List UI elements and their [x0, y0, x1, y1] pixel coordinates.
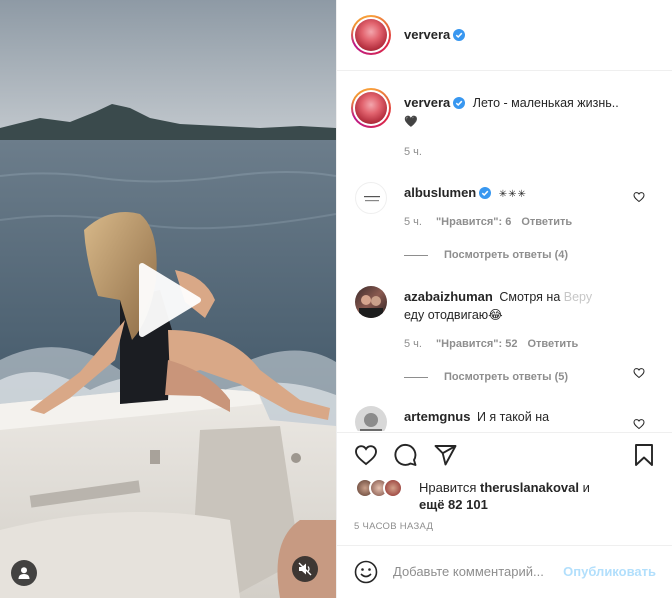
comment-time: 5 ч. [404, 216, 422, 228]
reply-button[interactable]: Ответить [521, 216, 572, 228]
mute-button[interactable] [292, 556, 318, 582]
comment-likes[interactable]: "Нравится": 6 [436, 216, 511, 228]
author-avatar[interactable] [351, 15, 391, 55]
comments-list[interactable]: ververa Лето - маленькая жизнь.. 🖤 5 ч. … [337, 72, 672, 431]
verified-badge-icon [453, 97, 466, 109]
action-bar [337, 432, 672, 472]
heart-icon[interactable] [633, 191, 645, 203]
comment-item: albuslumen ✳✳✳ 5 ч. "Нравится": 6 Ответить… [337, 172, 672, 282]
heart-icon[interactable] [633, 367, 645, 379]
paper-plane-icon[interactable] [433, 443, 458, 467]
artemgnus-avatar [360, 413, 382, 431]
play-icon[interactable] [128, 260, 208, 340]
post-panel: ververa ververa Лето - маленькая жизнь..… [336, 0, 672, 598]
muted-speaker-icon [298, 562, 312, 576]
comment-avatar[interactable] [355, 406, 387, 431]
likes-user[interactable]: theruslanakoval [480, 480, 579, 495]
view-replies-button[interactable]: Посмотреть ответы (5) [404, 371, 568, 383]
add-comment-bar: Опубликовать [337, 545, 672, 598]
likes-and: и [582, 480, 590, 495]
caption-emoji: 🖤 [404, 116, 418, 128]
albuslumen-logo [364, 196, 380, 202]
comment-text-line2: еду отодвигаю😂 [404, 308, 503, 322]
comment-avatar[interactable] [355, 182, 387, 214]
comment-item: azabaizhuman Смотря на Веру еду отодвига… [337, 282, 672, 404]
heart-icon[interactable] [353, 443, 379, 467]
reply-button[interactable]: Ответить [527, 338, 578, 350]
comment-username[interactable]: azabaizhuman [404, 289, 493, 304]
likes-prefix: Нравится [419, 480, 477, 495]
view-replies-button[interactable]: Посмотреть ответы (4) [404, 249, 568, 261]
comment-text: И я такой на [476, 410, 550, 424]
comment-text: ✳✳✳ [498, 189, 527, 200]
author-username[interactable]: ververa [404, 27, 450, 42]
caption-text: Лето - маленькая жизнь.. [472, 96, 619, 110]
comment-text-overlap: Веру [563, 290, 593, 304]
likes-summary: Нравится theruslanakoval и ещё 82 101 [337, 474, 672, 516]
user-icon [18, 567, 30, 579]
emoji-icon[interactable] [354, 560, 378, 584]
heart-icon[interactable] [633, 418, 645, 430]
comment-time: 5 ч. [404, 338, 422, 350]
comment-item: artemgnus И я такой на [337, 404, 672, 431]
caption-avatar[interactable] [351, 88, 391, 128]
caption-time: 5 ч. [404, 146, 422, 158]
comment-username[interactable]: artemgnus [404, 409, 470, 424]
comment-icon[interactable] [393, 443, 418, 467]
verified-badge-icon [479, 187, 492, 199]
comment-text: Смотря на [499, 290, 561, 304]
comment-avatar[interactable] [355, 286, 387, 318]
comment-input[interactable] [393, 564, 563, 579]
caption-username[interactable]: ververa [404, 95, 450, 110]
comment-likes[interactable]: "Нравится": 52 [436, 338, 517, 350]
caption: ververa Лето - маленькая жизнь.. 🖤 5 ч. [337, 72, 672, 172]
likes-count[interactable]: ещё 82 101 [419, 497, 488, 512]
post-comment-button[interactable]: Опубликовать [563, 564, 656, 579]
video-player[interactable] [0, 0, 336, 598]
azabaizhuman-avatar [359, 295, 383, 318]
user-tag-button[interactable] [11, 560, 37, 586]
post-time[interactable]: 5 ЧАСОВ НАЗАД [354, 521, 433, 532]
post-header: ververa [337, 0, 672, 71]
verified-badge-icon [453, 29, 466, 41]
bookmark-icon[interactable] [633, 443, 655, 467]
comment-username[interactable]: albuslumen [404, 185, 476, 200]
